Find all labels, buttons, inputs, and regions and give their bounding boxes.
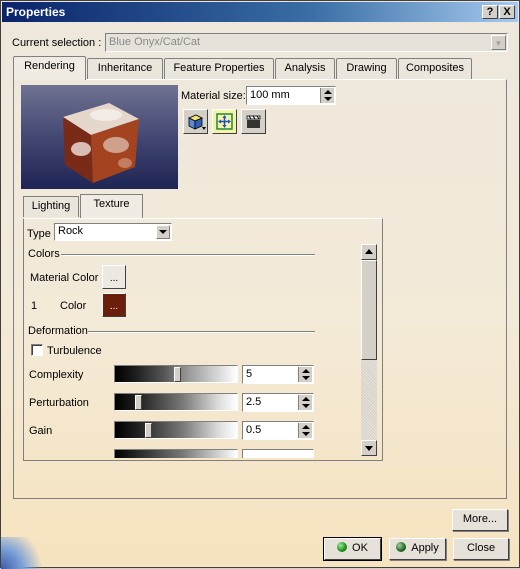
complexity-field[interactable]: 5 — [242, 365, 314, 384]
scroll-down-icon[interactable] — [361, 440, 377, 456]
more-button[interactable]: More... — [452, 509, 508, 531]
apply-label: Apply — [411, 542, 439, 554]
current-selection-value: Blue Onyx/Cat/Cat — [109, 36, 201, 48]
tab-feature-properties[interactable]: Feature Properties — [164, 58, 274, 79]
color-swatch-button[interactable]: ... — [102, 293, 126, 317]
material-size-label: Material size: — [181, 90, 246, 102]
close-button[interactable]: Close — [453, 538, 509, 560]
title-bar: Properties ? X — [2, 2, 518, 22]
chevron-down-icon[interactable] — [156, 225, 170, 239]
chevron-down-icon[interactable]: ▼ — [491, 35, 506, 50]
apply-button[interactable]: Apply — [389, 538, 446, 560]
partial-slider[interactable] — [114, 449, 238, 458]
gain-slider[interactable] — [114, 421, 238, 439]
perturbation-slider[interactable] — [114, 393, 238, 411]
tab-lighting[interactable]: Lighting — [23, 196, 79, 217]
partial-field[interactable] — [242, 449, 314, 458]
scrollbar-thumb[interactable] — [361, 260, 377, 360]
complexity-label: Complexity — [29, 369, 84, 381]
desktop-corner-decoration — [1, 537, 51, 569]
colors-group-title: Colors — [28, 248, 60, 260]
color-label: Color — [60, 300, 87, 312]
window-title: Properties — [6, 5, 66, 19]
apply-led-icon — [396, 542, 407, 552]
complexity-value: 5 — [246, 368, 253, 380]
perturbation-value: 2.5 — [246, 396, 262, 408]
tab-analysis[interactable]: Analysis — [275, 58, 335, 79]
material-color-button[interactable]: ... — [102, 265, 126, 289]
texture-content: Type Rock Colors Material Color ... 1 Co… — [25, 220, 357, 458]
current-selection-label: Current selection : — [12, 37, 102, 49]
tab-inheritance[interactable]: Inheritance — [87, 58, 163, 79]
deformation-group-divider — [88, 331, 315, 333]
ok-led-icon — [337, 542, 348, 552]
turbulence-checkbox[interactable] — [31, 344, 43, 356]
type-value: Rock — [58, 225, 84, 237]
complexity-slider[interactable] — [114, 365, 238, 383]
tab-texture[interactable]: Texture — [80, 194, 143, 218]
tab-composites[interactable]: Composites — [398, 58, 472, 79]
material-size-spinner[interactable] — [320, 88, 334, 103]
gain-value: 0.5 — [246, 424, 262, 436]
cube-mapping-icon — [188, 114, 206, 130]
type-combo[interactable]: Rock — [54, 223, 172, 241]
gain-slider-thumb[interactable] — [145, 423, 152, 438]
complexity-spinner[interactable] — [298, 367, 312, 382]
perturbation-label: Perturbation — [29, 397, 89, 409]
material-size-field[interactable]: 100 mm — [246, 86, 336, 105]
colors-group-divider — [61, 254, 315, 256]
tab-rendering[interactable]: Rendering — [13, 56, 86, 80]
ok-button[interactable]: OK — [323, 537, 382, 561]
cube-preview-icon — [63, 103, 139, 183]
type-label: Type — [27, 228, 51, 240]
perturbation-spinner[interactable] — [298, 395, 312, 410]
properties-dialog: Properties ? X Current selection : Blue … — [0, 0, 520, 569]
clapper-button[interactable] — [241, 109, 266, 134]
current-selection-combo[interactable]: Blue Onyx/Cat/Cat ▼ — [105, 33, 508, 52]
material-size-value: 100 mm — [250, 89, 290, 101]
deformation-group-title: Deformation — [28, 325, 88, 337]
close-window-button[interactable]: X — [499, 5, 515, 19]
gain-label: Gain — [29, 425, 53, 437]
turbulence-label: Turbulence — [47, 345, 102, 357]
tab-drawing[interactable]: Drawing — [336, 58, 397, 79]
color-index: 1 — [31, 300, 38, 312]
fit-mapping-button[interactable] — [212, 109, 237, 134]
help-button[interactable]: ? — [482, 5, 498, 19]
ok-label: OK — [352, 542, 368, 554]
texture-scrollbar[interactable] — [361, 244, 377, 456]
material-preview — [21, 85, 178, 189]
clapper-icon — [246, 115, 261, 128]
perturbation-slider-thumb[interactable] — [135, 395, 142, 410]
complexity-slider-thumb[interactable] — [174, 367, 181, 382]
gain-field[interactable]: 0.5 — [242, 421, 314, 440]
scroll-up-icon[interactable] — [361, 244, 377, 260]
fit-mapping-icon — [216, 113, 233, 130]
gain-spinner[interactable] — [298, 423, 312, 438]
cube-mapping-button[interactable] — [183, 109, 208, 134]
material-color-label: Material Color — [30, 272, 99, 284]
perturbation-field[interactable]: 2.5 — [242, 393, 314, 412]
